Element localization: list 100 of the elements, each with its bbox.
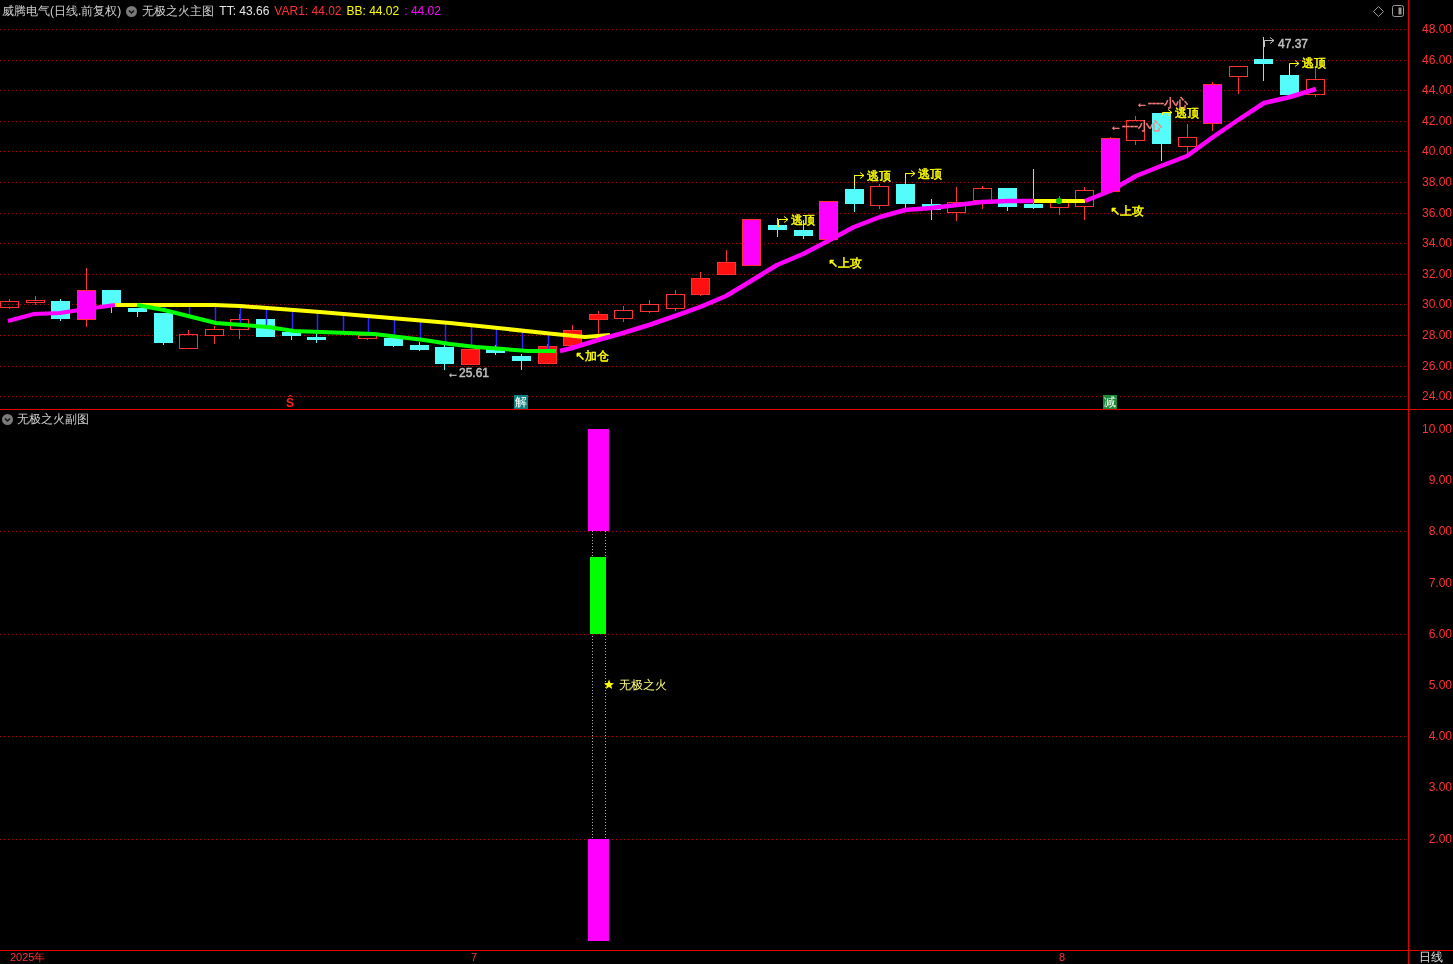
candlestick	[691, 271, 710, 297]
flag-arrow-icon	[1289, 60, 1300, 76]
candlestick	[666, 289, 685, 312]
upper-band-line	[1034, 199, 1085, 203]
dot-icon	[1056, 198, 1062, 204]
candlestick	[26, 295, 45, 306]
chart-annotation: ↖上攻	[828, 256, 863, 270]
signal-tag: 减	[1103, 395, 1117, 409]
band-connector-line	[367, 315, 370, 335]
price-axis-label: 26.00	[1421, 357, 1453, 374]
candlestick	[0, 298, 19, 310]
value-axis-label: 3.00	[1428, 779, 1453, 796]
time-axis-label: 2025年	[10, 951, 46, 964]
time-axis-label: 7	[471, 951, 478, 964]
candlestick	[102, 290, 121, 314]
flag-arrow-icon	[1264, 37, 1275, 48]
price-axis-label: 46.00	[1421, 51, 1453, 68]
candlestick	[973, 185, 992, 210]
signal-tag: 解	[514, 395, 528, 409]
value-axis-label: 2.00	[1428, 830, 1453, 847]
band-connector-line	[291, 309, 294, 332]
candlestick	[179, 329, 198, 349]
price-axis-label: 32.00	[1421, 265, 1453, 282]
value-axis-label: 6.00	[1428, 625, 1453, 642]
diamond-icon[interactable]	[1373, 5, 1384, 17]
value-axis-label: 10.00	[1421, 421, 1453, 437]
candlestick	[614, 305, 633, 323]
candlestick	[717, 249, 736, 276]
candlestick	[1024, 168, 1043, 210]
candlestick	[282, 332, 301, 341]
band-connector-line	[316, 311, 319, 333]
candlestick	[1075, 186, 1094, 221]
band-connector-line	[342, 313, 345, 334]
candlestick	[77, 267, 96, 328]
chart-annotation: 逃顶	[1302, 56, 1326, 70]
value-axis-label: 5.00	[1428, 676, 1453, 693]
candlestick	[922, 198, 941, 221]
flag-arrow-icon	[1162, 109, 1173, 116]
candlestick	[1280, 75, 1299, 95]
panel-toggle-icon[interactable]	[1392, 5, 1404, 17]
price-axis-label: 44.00	[1421, 82, 1453, 99]
candlestick	[154, 313, 173, 346]
value-axis-label: 7.00	[1428, 574, 1453, 591]
sell-signal: Ŝ	[286, 396, 294, 409]
flag-arrow-icon	[778, 216, 789, 228]
price-axis-label: 24.00	[1421, 388, 1453, 405]
band-connector-line	[163, 304, 166, 311]
chart-annotation: ←25.61	[447, 366, 490, 380]
price-axis-label: 48.00	[1421, 21, 1453, 37]
price-axis-label: 38.00	[1421, 173, 1453, 190]
dropdown-icon[interactable]	[2, 413, 13, 425]
indicator-title: 无极之火主图	[142, 2, 215, 20]
chart-annotation: ↖加仓	[575, 349, 610, 363]
dropdown-icon[interactable]	[126, 5, 138, 17]
value-axis-label: 8.00	[1428, 523, 1453, 540]
chart-annotation: 逃顶	[918, 167, 942, 181]
price-axis-label: 42.00	[1421, 112, 1453, 129]
candlestick	[1101, 136, 1120, 192]
candlestick	[1178, 123, 1197, 154]
price-axis-label: 36.00	[1421, 204, 1453, 221]
chart-annotation: ↖上攻	[1110, 204, 1145, 218]
candlestick	[358, 335, 377, 341]
candlestick	[742, 219, 761, 267]
candlestick	[768, 217, 787, 238]
price-axis-label: 28.00	[1421, 326, 1453, 343]
candlestick	[1254, 36, 1273, 82]
indicator-reading: : 44.02	[404, 4, 441, 18]
candlestick	[128, 308, 147, 318]
band-connector-line	[547, 332, 550, 352]
chart-annotation: 逃顶	[867, 169, 891, 183]
price-axis-label: 30.00	[1421, 296, 1453, 313]
flag-arrow-icon	[905, 170, 916, 179]
candlestick	[384, 338, 403, 348]
indicator-reading: BB: 44.02	[346, 4, 400, 18]
candlestick	[410, 341, 429, 352]
candlestick	[819, 201, 838, 241]
band-connector-line	[495, 327, 498, 350]
price-axis-label: 34.00	[1421, 235, 1453, 252]
time-axis-label: 8	[1059, 951, 1066, 964]
value-axis-label: 9.00	[1428, 472, 1453, 489]
indicator-reading: TT: 43.66	[219, 4, 270, 18]
star-icon	[604, 679, 614, 689]
band-connector-line	[265, 307, 268, 328]
candlestick	[205, 325, 224, 345]
chart-annotation: 逃顶	[791, 213, 815, 227]
candlestick	[307, 333, 326, 344]
candlestick	[1203, 81, 1222, 132]
candlestick	[486, 344, 505, 356]
stock-title: 威腾电气(日线.前复权)	[2, 2, 122, 20]
candlestick	[947, 186, 966, 222]
candlestick	[1229, 66, 1248, 95]
candlestick	[230, 313, 249, 340]
candlestick	[640, 299, 659, 314]
price-axis-label: 40.00	[1421, 143, 1453, 160]
flag-arrow-icon	[854, 172, 865, 187]
band-connector-line	[239, 305, 242, 326]
indicator-label: 无极之火	[619, 678, 667, 692]
chart-annotation: 47.37	[1278, 37, 1309, 51]
value-axis-label: 4.00	[1428, 728, 1453, 745]
candlestick	[512, 353, 531, 371]
